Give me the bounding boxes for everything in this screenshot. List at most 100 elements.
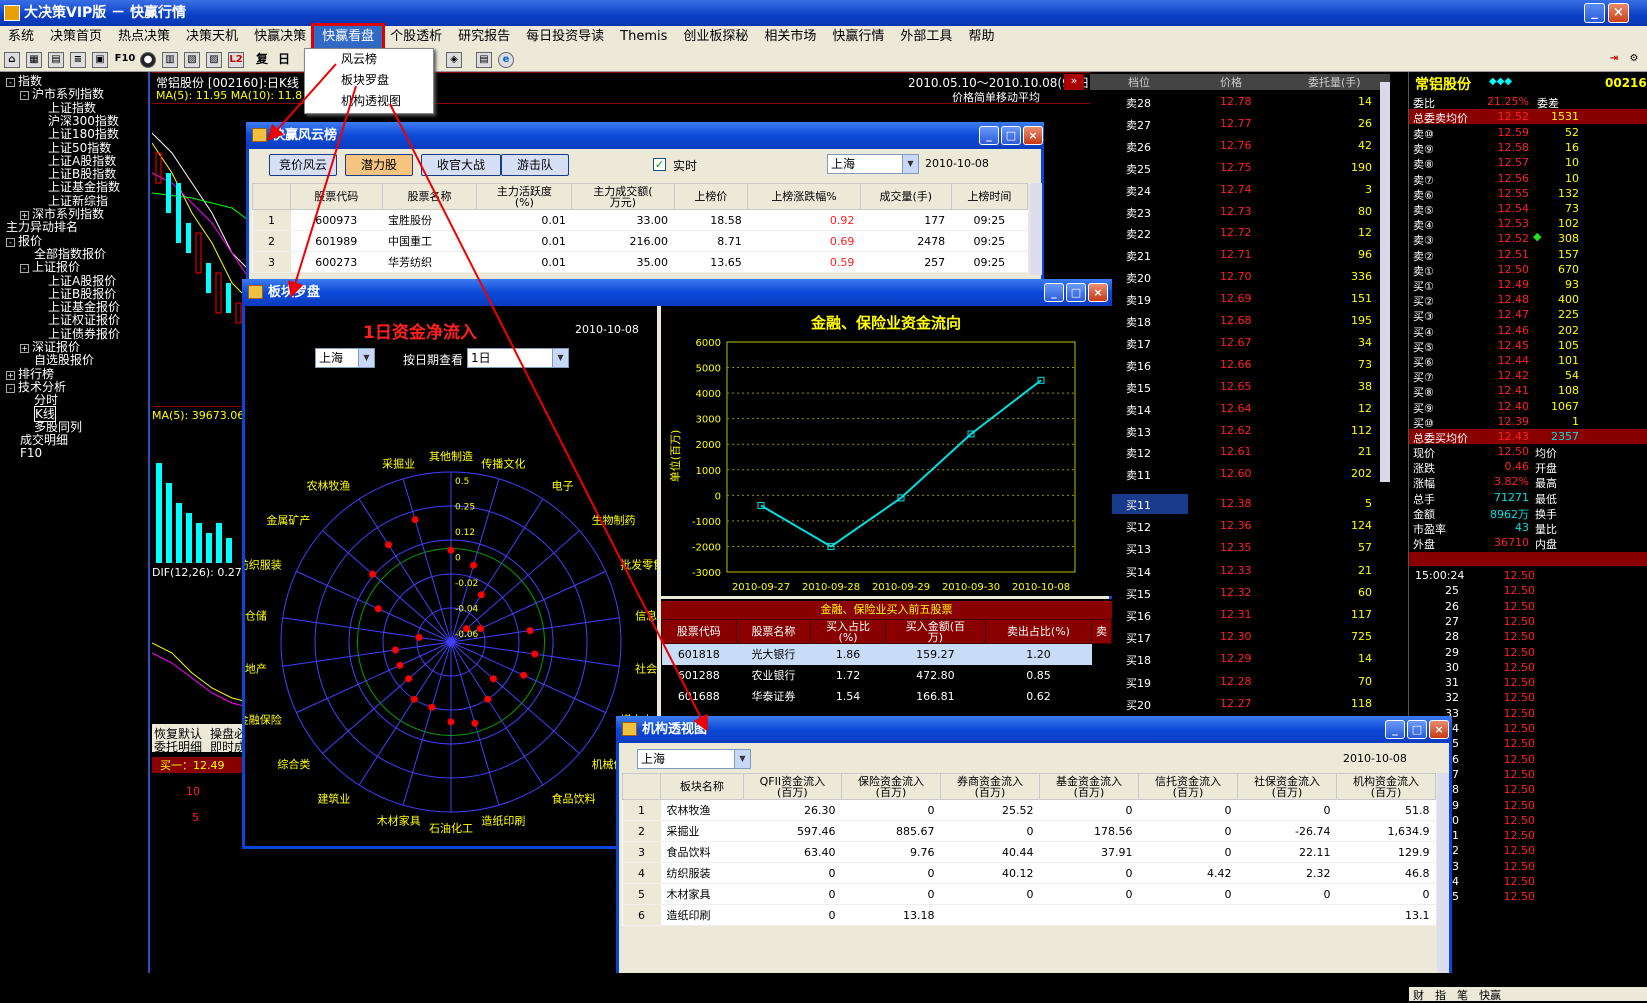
tree-item[interactable]: - 报价 <box>6 234 42 248</box>
tree-item[interactable]: 上证A股指数 <box>48 154 116 168</box>
sector-label[interactable]: 造纸印刷 <box>481 813 525 827</box>
sector-label[interactable]: 批发零售 <box>620 558 657 572</box>
l2-button[interactable]: L2 <box>228 52 244 68</box>
table-row[interactable]: 1 农林牧渔 26.30 0 25.52 0 0 0 51.8 <box>622 799 1436 821</box>
order-book-row[interactable]: 买13 12.35 57 <box>1090 538 1378 558</box>
sector-label[interactable]: 食品饮料 <box>552 791 596 805</box>
tree-item[interactable]: + 深证报价 <box>20 340 80 354</box>
sector-label[interactable]: 木材家具 <box>377 813 421 827</box>
order-book-row[interactable]: 卖11 12.60 202 <box>1090 464 1378 484</box>
order-book-row[interactable]: 卖26 12.76 42 <box>1090 136 1378 156</box>
close-icon[interactable]: × <box>1429 720 1449 739</box>
tree-item[interactable]: + 排行榜 <box>6 367 54 381</box>
tree-item[interactable]: + 深市系列指数 <box>20 207 104 221</box>
news-icon[interactable]: ▨ <box>206 52 222 68</box>
tree-item[interactable]: 上证B股指数 <box>48 167 116 181</box>
tab-youji[interactable]: 游击队 <box>501 154 569 176</box>
column-header[interactable]: 板块名称 <box>660 773 744 800</box>
home-icon[interactable]: ⌂ <box>4 52 20 68</box>
tab-shouguan[interactable]: 收官大战 <box>421 154 501 176</box>
f10-button[interactable]: F10 <box>114 52 136 68</box>
order-book-row[interactable]: 买18 12.29 14 <box>1090 649 1378 669</box>
sector-label[interactable]: 传播文化 <box>481 457 525 471</box>
column-header[interactable]: 成交量(手) <box>859 183 952 210</box>
browser-icon[interactable]: e <box>498 52 514 68</box>
minimize-icon[interactable]: _ <box>1385 720 1405 739</box>
dropdown-fengyun[interactable]: 风云榜 <box>305 49 433 70</box>
jigou-market-select[interactable]: 上海 ▼ <box>637 749 751 769</box>
quote-tab[interactable]: 快赢 <box>1479 987 1501 1003</box>
collapse-icon[interactable]: - <box>6 383 15 393</box>
column-header[interactable]: 机构资金流入 (百万) <box>1335 773 1437 800</box>
column-header[interactable]: 保险资金流入 (百万) <box>840 773 941 800</box>
tree-item[interactable]: - 沪市系列指数 <box>20 87 104 101</box>
tree-item[interactable]: 上证180指数 <box>48 127 119 141</box>
sector-label[interactable]: 石油化工 <box>429 821 473 835</box>
column-header[interactable]: 基金资金流入 (百万) <box>1038 773 1139 800</box>
tree-item[interactable]: - 技术分析 <box>6 380 66 394</box>
sector-label[interactable]: 生物制药 <box>592 513 636 527</box>
order-book-row[interactable]: 买17 12.30 725 <box>1090 627 1378 647</box>
tree-item[interactable]: F10 <box>20 446 42 460</box>
order-book-row[interactable]: 卖19 12.69 151 <box>1090 289 1378 309</box>
column-header[interactable]: 买入占比 (%) <box>810 619 886 644</box>
quote-tab[interactable]: 财 <box>1413 987 1424 1003</box>
tree-item[interactable]: 上证50指数 <box>48 141 111 155</box>
column-header[interactable]: 卖 <box>1091 619 1112 644</box>
table-row[interactable]: 601688 华泰证券 1.54 166.81 0.62 <box>662 686 1112 707</box>
menu-item-6[interactable]: 个股透析 <box>382 26 450 48</box>
minimize-icon[interactable]: _ <box>1044 283 1064 302</box>
column-header[interactable]: 主力活跃度 (%) <box>476 183 573 210</box>
sector-label[interactable]: 金融保险 <box>245 712 282 726</box>
tree-item[interactable]: 上证新综指 <box>48 194 108 208</box>
tab-qianli[interactable]: 潜力股 <box>345 154 413 176</box>
sector-label[interactable]: 综合类 <box>277 757 310 771</box>
table-row[interactable]: 2 采掘业 597.46 885.67 0 178.56 0 -26.74 1,634.9 <box>622 820 1436 842</box>
sector-label[interactable]: 运输仓储 <box>245 609 267 623</box>
list-icon[interactable]: ≡ <box>70 52 86 68</box>
order-book-row[interactable]: 卖24 12.74 3 <box>1090 180 1378 200</box>
exit-icon[interactable]: ⇥ <box>1606 52 1622 68</box>
menu-item-12[interactable]: 快赢行情 <box>824 26 892 48</box>
day-button[interactable]: 日 <box>276 52 292 68</box>
expand-icon[interactable]: + <box>20 344 29 353</box>
table-row[interactable]: 601288 农业银行 1.72 472.80 0.85 <box>662 665 1112 686</box>
expand-icon[interactable]: + <box>20 211 29 220</box>
table-row[interactable]: 601818 光大银行 1.86 159.27 1.20 <box>661 643 1112 665</box>
doc-icon[interactable]: ▥ <box>162 52 178 68</box>
circle-icon[interactable]: ● <box>140 52 156 68</box>
print-icon[interactable]: ▤ <box>476 52 492 68</box>
column-header[interactable]: 信托资金流入 (百万) <box>1137 773 1238 800</box>
tree-item[interactable]: - 指数 <box>6 74 42 88</box>
tree-item[interactable]: 上证B股报价 <box>48 287 116 301</box>
dropdown-bankuai[interactable]: 板块罗盘 <box>305 70 433 91</box>
collapse-icon[interactable]: - <box>20 264 29 274</box>
column-header[interactable]: QFII资金流入 (百万) <box>742 773 842 800</box>
quote-tab[interactable]: 指 <box>1435 987 1446 1003</box>
collapse-icon[interactable]: - <box>6 237 15 247</box>
close-icon[interactable]: × <box>1023 126 1043 145</box>
menu-item-8[interactable]: 每日投资导读 <box>518 26 612 48</box>
sector-label[interactable]: 纺织服装 <box>245 558 282 572</box>
table-icon[interactable]: ▤ <box>48 52 64 68</box>
grid-icon[interactable]: ▦ <box>26 52 42 68</box>
sector-label[interactable]: 采掘业 <box>382 457 415 471</box>
market-select[interactable]: 上海 ▼ <box>827 154 919 174</box>
column-header[interactable]: 股票名称 <box>381 183 478 210</box>
expand-arrow-icon[interactable]: » <box>1064 74 1084 90</box>
collapse-icon[interactable]: - <box>6 78 15 87</box>
fengyun-scrollbar[interactable] <box>1030 183 1042 275</box>
column-header[interactable]: 卖出占比(%) <box>984 619 1093 644</box>
tree-item[interactable]: 成交明细 <box>20 433 68 447</box>
sector-label[interactable]: 社会服务 <box>635 661 657 675</box>
order-book-row[interactable]: 卖25 12.75 190 <box>1090 158 1378 178</box>
order-book-row[interactable]: 卖20 12.70 336 <box>1090 267 1378 287</box>
order-book-row[interactable]: 买12 12.36 124 <box>1090 516 1378 536</box>
tree-item[interactable]: 上证基金指数 <box>48 180 120 194</box>
tree-item[interactable]: 上证指数 <box>48 101 96 115</box>
collapse-icon[interactable]: - <box>20 91 29 101</box>
sector-label[interactable]: 其他制造 <box>429 449 473 463</box>
tree-item[interactable]: - 上证报价 <box>20 260 80 274</box>
table-row[interactable]: 2 601989 中国重工 0.01 216.00 8.71 0.69 2478 09:25 <box>252 230 1028 252</box>
column-header[interactable]: 股票代码 <box>661 619 737 644</box>
